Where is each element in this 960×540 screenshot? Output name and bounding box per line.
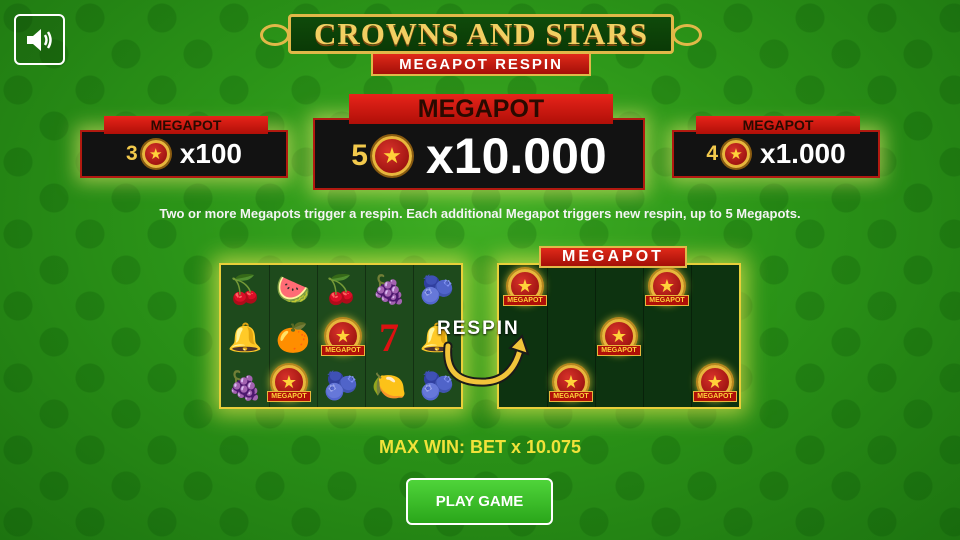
logo-ornament-right — [672, 24, 702, 46]
star-coin-icon: ★ — [371, 136, 412, 176]
megapot-multiplier: x100 — [179, 138, 242, 169]
sound-toggle-button[interactable] — [14, 14, 65, 65]
watermelon-icon: 🍉 — [275, 273, 311, 305]
megapot-coin-label: MEGAPOT — [597, 345, 641, 356]
background-pattern — [0, 0, 960, 540]
megapot-coin: ★ MEGAPOT — [317, 319, 369, 365]
megapot-coin: ★ MEGAPOT — [593, 319, 645, 365]
bell-icon: 🔔 — [227, 321, 263, 353]
logo-subtitle: MEGAPOT RESPIN — [371, 52, 591, 76]
play-game-button[interactable]: PLAY GAME — [406, 478, 553, 525]
megapot-coin: ★ MEGAPOT — [499, 269, 551, 315]
speaker-icon — [26, 28, 52, 51]
plum-icon: 🫐 — [419, 273, 455, 305]
megapot-multiplier: x10.000 — [425, 128, 607, 184]
max-win-text: MAX WIN: BET x 10.075 — [378, 437, 582, 457]
star-coin-icon: ★ — [722, 140, 751, 168]
megapot-coin-label: MEGAPOT — [549, 391, 593, 402]
reel-divider — [413, 265, 414, 407]
rules-description: Two or more Megapots trigger a respin. E… — [159, 206, 801, 221]
megapot-box-4: MEGAPOT 4 ★ x1.000 — [672, 116, 880, 178]
megapot-coin-label: MEGAPOT — [321, 345, 365, 356]
megapot-count: 4 — [706, 142, 719, 165]
megapot-count: 5 — [351, 139, 368, 172]
logo-ornament-left — [260, 24, 290, 46]
megapot-coin-label: MEGAPOT — [267, 391, 311, 402]
reels-before-panel: 🍒 🍉 🍒 🍇 🫐 🔔 🍊 7 🔔 🍇 🫐 🍋 🫐 ★ MEGAPOT ★ ME… — [219, 263, 463, 409]
star-coin-icon: ★ — [141, 140, 170, 168]
cherry-icon: 🍒 — [227, 273, 263, 305]
seven-icon: 7 — [379, 314, 399, 360]
plum-icon: 🫐 — [323, 369, 359, 401]
reels-after-panel: ★ MEGAPOT ★ MEGAPOT ★ MEGAPOT ★ MEGAPOT … — [497, 263, 741, 409]
orange-icon: 🍊 — [275, 321, 311, 353]
lemon-icon: 🍋 — [371, 369, 407, 401]
megapot-coin-label: MEGAPOT — [503, 295, 547, 306]
grapes-icon: 🍇 — [371, 273, 407, 305]
cherry-icon: 🍒 — [323, 273, 359, 305]
megapot-count: 3 — [126, 142, 138, 165]
respin-label: RESPIN — [437, 318, 520, 339]
game-logo: CROWNS AND STARS MEGAPOT RESPIN — [258, 10, 704, 76]
megapot-coin-label: MEGAPOT — [645, 295, 689, 306]
grapes-icon: 🍇 — [227, 369, 263, 401]
megapot-banner: MEGAPOT — [539, 246, 687, 268]
megapot-coin-label: MEGAPOT — [693, 391, 737, 402]
logo-title: CROWNS AND STARS — [288, 14, 674, 54]
megapot-multiplier: x1.000 — [760, 138, 846, 169]
megapot-coin: ★ MEGAPOT — [641, 269, 693, 315]
megapot-coin: ★ MEGAPOT — [689, 365, 739, 407]
megapot-box-3: MEGAPOT 3 ★ x100 — [80, 116, 288, 178]
megapot-box-5: MEGAPOT 5 ★ x10.000 — [313, 94, 645, 190]
megapot-coin: ★ MEGAPOT — [545, 365, 597, 407]
megapot-coin: ★ MEGAPOT — [263, 365, 315, 407]
